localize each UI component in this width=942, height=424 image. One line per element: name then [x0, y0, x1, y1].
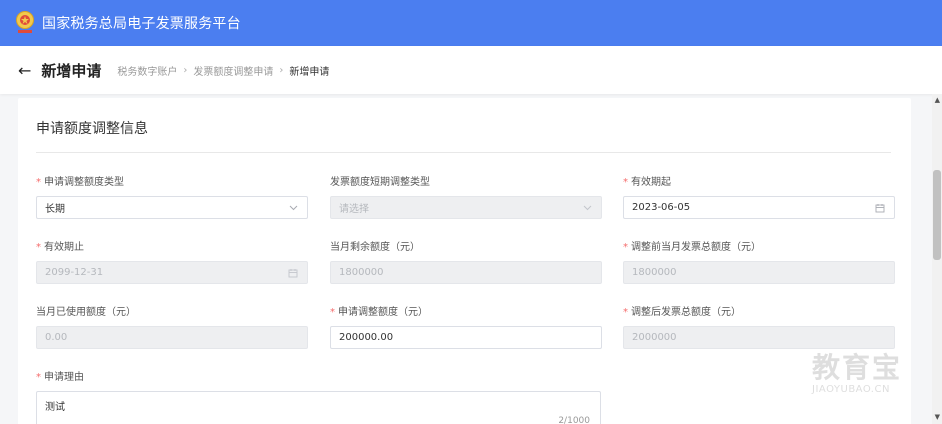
- watermark-sub: JIAOYUBAO.CN: [812, 384, 890, 395]
- textarea-value: 测试: [45, 402, 65, 413]
- input-value: 1800000: [339, 267, 384, 278]
- breadcrumb-item-quota-adjust[interactable]: 发票额度调整申请: [193, 63, 273, 78]
- breadcrumb: 税务数字账户 › 发票额度调整申请 › 新增申请: [117, 63, 329, 78]
- required-mark: *: [330, 307, 335, 318]
- input-value: 2000000: [632, 332, 677, 343]
- breadcrumb-separator: ›: [279, 64, 284, 76]
- reason-textarea[interactable]: 测试 2/1000: [36, 391, 601, 424]
- section-title: 申请额度调整信息: [36, 121, 148, 137]
- field-label: 调整前当月发票总额度（元）: [631, 242, 761, 253]
- used-input: 0.00: [36, 326, 308, 349]
- top-bar: 国家税务总局电子发票服务平台: [0, 0, 942, 46]
- field-label: 申请调整额度（元）: [338, 307, 428, 318]
- chevron-down-icon: [287, 202, 299, 214]
- required-mark: *: [36, 242, 41, 253]
- adjust-type-select[interactable]: 长期: [36, 196, 308, 219]
- field-end-date: * 有效期止 2099-12-31: [36, 241, 308, 284]
- required-mark: *: [36, 372, 41, 383]
- app-title: 国家税务总局电子发票服务平台: [42, 16, 241, 32]
- form-card: 申请额度调整信息 * 申请调整额度类型 长期 发票额度短期调整类型 请选择 * 有效…: [18, 98, 911, 424]
- start-date-picker[interactable]: 2023-06-05: [623, 196, 895, 219]
- field-total-after: * 调整后发票总额度（元） 2000000: [623, 306, 895, 349]
- field-adjust-type: * 申请调整额度类型 长期: [36, 176, 308, 219]
- required-mark: *: [623, 242, 628, 253]
- scroll-up-icon[interactable]: ▲: [935, 96, 940, 104]
- calendar-icon: [287, 267, 299, 279]
- breadcrumb-separator: ›: [183, 64, 188, 76]
- field-adjust-amount: * 申请调整额度（元） 200000.00: [330, 306, 602, 349]
- scroll-down-icon[interactable]: ▼: [935, 413, 940, 421]
- required-mark: *: [36, 177, 41, 188]
- page-title: 新增申请: [41, 61, 102, 80]
- tax-emblem-icon: [14, 10, 36, 36]
- end-date-picker: 2099-12-31: [36, 261, 308, 284]
- field-label: 有效期止: [44, 242, 84, 253]
- scrollbar-thumb[interactable]: [933, 170, 941, 260]
- remaining-input: 1800000: [330, 261, 602, 284]
- field-start-date: * 有效期起 2023-06-05: [623, 176, 895, 219]
- char-counter: 2/1000: [558, 416, 590, 424]
- breadcrumb-item-current: 新增申请: [289, 66, 330, 78]
- calendar-icon: [874, 202, 886, 214]
- watermark: 教育宝 JIAOYUBAO.CN: [812, 352, 924, 404]
- field-label: 调整后发票总额度（元）: [631, 307, 741, 318]
- input-value: 0.00: [45, 332, 68, 343]
- required-mark: *: [623, 177, 628, 188]
- watermark-main: 教育宝: [812, 351, 903, 384]
- required-mark: *: [623, 307, 628, 318]
- adjust-amount-input[interactable]: 200000.00: [330, 326, 602, 349]
- field-label: 有效期起: [631, 177, 671, 188]
- field-label: 当月剩余额度（元）: [330, 242, 420, 253]
- breadcrumb-item-account[interactable]: 税务数字账户: [117, 63, 177, 78]
- input-value: 1800000: [632, 267, 677, 278]
- field-label: 申请调整额度类型: [44, 177, 124, 188]
- date-value: 2099-12-31: [45, 267, 104, 278]
- date-value: 2023-06-05: [632, 202, 691, 213]
- short-type-select: 请选择: [330, 196, 602, 219]
- chevron-down-icon: [581, 202, 593, 214]
- field-short-type: 发票额度短期调整类型 请选择: [330, 176, 602, 219]
- field-label: 发票额度短期调整类型: [330, 177, 430, 188]
- field-total-before: * 调整前当月发票总额度（元） 1800000: [623, 241, 895, 284]
- total-after-input: 2000000: [623, 326, 895, 349]
- input-value: 200000.00: [339, 332, 394, 343]
- back-arrow-icon[interactable]: ←: [18, 61, 31, 80]
- page-header: ← 新增申请 税务数字账户 › 发票额度调整申请 › 新增申请: [0, 46, 942, 94]
- select-value: 长期: [45, 204, 65, 215]
- divider: [36, 152, 891, 153]
- total-before-input: 1800000: [623, 261, 895, 284]
- field-remaining: 当月剩余额度（元） 1800000: [330, 241, 602, 284]
- field-label: 当月已使用额度（元）: [36, 307, 136, 318]
- field-label: 申请理由: [44, 372, 84, 383]
- select-placeholder: 请选择: [339, 204, 369, 215]
- field-used: 当月已使用额度（元） 0.00: [36, 306, 308, 349]
- field-reason: * 申请理由 测试 2/1000: [36, 371, 616, 424]
